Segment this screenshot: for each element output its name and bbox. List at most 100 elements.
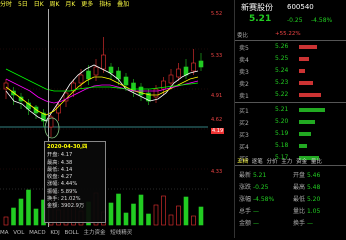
bid-row: 买2 5.20 (235, 116, 346, 128)
price-change: -0.25 (287, 17, 303, 24)
axis-tick: 5.33 (211, 53, 223, 59)
tab-time[interactable]: 分时 (0, 0, 12, 9)
stat-volume-ratio: 量比 1.05 (293, 208, 321, 215)
volume-bar (123, 212, 129, 226)
volume-bar (116, 193, 121, 226)
tab-indicator[interactable]: 指标 (99, 0, 111, 9)
order-ratio-value: +55.22% (275, 31, 301, 37)
tooltip-row: 开盘: 4.17 (47, 152, 73, 159)
tab-vol[interactable]: VOL (13, 228, 24, 238)
candle-body (101, 54, 106, 70)
tab-short-sprite[interactable]: 短线精灵 (110, 228, 132, 238)
bid-row: 买4 5.18 (235, 140, 346, 152)
order-ratio-label: 委比 (237, 33, 249, 39)
stat-change: 涨跌 -0.25 (239, 184, 269, 191)
tab-macd[interactable]: MACD (29, 228, 46, 238)
price-axis: 5.52 5.33 4.91 4.62 4.19 4.33 (209, 9, 234, 227)
tooltip-row: 金额: 3902.9万 (47, 203, 85, 210)
volume-bar (11, 207, 16, 226)
tab-more[interactable]: 更多 (81, 0, 93, 9)
stat-low: 最低 5.20 (293, 196, 321, 203)
ask-row: 卖2 5.23 (235, 77, 346, 89)
volume-bar (3, 216, 9, 226)
volume-bar (108, 202, 114, 226)
candle-body (116, 70, 121, 80)
candle-body (176, 68, 181, 78)
stat-amount: 金额 — (239, 220, 259, 227)
divider (235, 102, 346, 103)
volume-bar (183, 196, 189, 226)
ask-row: 卖1 5.22 (235, 89, 346, 101)
volume-bar (138, 194, 144, 226)
divider (235, 165, 346, 166)
candle-body (78, 74, 84, 84)
last-price: 5.21 (249, 14, 272, 24)
panel-tab[interactable]: 量比 (311, 159, 322, 165)
candle-body (93, 66, 99, 76)
tab-main-funds[interactable]: 主力资金 (83, 228, 105, 238)
candle-body (86, 70, 91, 80)
ask-row: 卖5 5.26 (235, 41, 346, 53)
candle-body (153, 88, 159, 98)
tab-week-k[interactable]: 周K (50, 0, 60, 9)
stat-latest: 最新 5.21 (239, 172, 267, 179)
volume-bar (168, 214, 174, 226)
volume-bar (198, 206, 204, 226)
panel-tab[interactable]: 五档 (237, 159, 248, 165)
stock-name: 新赛股份 (241, 3, 273, 12)
candle-tooltip: 2020-04-30,四 开盘: 4.17 最高: 4.38 最低: 4.14 … (44, 141, 106, 223)
stat-high: 最高 5.48 (293, 184, 321, 191)
volume-bar (153, 204, 159, 226)
ask-row: 卖3 5.24 (235, 65, 346, 77)
ask-row: 卖4 5.25 (235, 53, 346, 65)
tooltip-row: 最高: 4.38 (47, 159, 73, 166)
tab-boll[interactable]: BOLL (65, 228, 79, 238)
volume-bar (191, 215, 196, 226)
axis-tick: 4.33 (211, 169, 223, 175)
tab-day-k[interactable]: 日K (34, 0, 44, 9)
panel-tab[interactable]: 主力 (281, 159, 292, 165)
volume-bar (176, 205, 181, 226)
axis-tick: 5.52 (211, 11, 223, 17)
volume-bar (161, 195, 166, 226)
candle-body (168, 74, 174, 84)
candle-body (198, 60, 204, 68)
bid-row: 买1 5.21 (235, 104, 346, 116)
volume-bar (18, 198, 24, 226)
stat-turnover: 换手 — (293, 220, 313, 227)
panel-tabs: 五档 逐笔 分价 主力 资金 量比 (237, 157, 324, 165)
tooltip-row: 振幅: 5.89% (47, 188, 78, 195)
quote-panel: 新赛股份 600540 5.21 -0.25 -4.58% 委比 +55.22%… (234, 0, 346, 238)
stock-terminal: 分时 5日 日K 周K 月K 更多 指标 叠加 5.52 5.33 4.91 4… (0, 0, 346, 238)
chart-toolbar: 分时 5日 日K 周K 月K 更多 指标 叠加 (0, 0, 214, 9)
volume-bar (131, 203, 136, 226)
stock-code: 600540 (287, 3, 314, 11)
tooltip-date: 2020-04-30,四 (47, 144, 88, 150)
indicator-tabs: MA VOL MACD KDJ BOLL 主力资金 短线精灵 (0, 228, 214, 238)
candle-body (108, 66, 114, 74)
panel-tab[interactable]: 分价 (267, 159, 278, 165)
bid-row: 买3 5.19 (235, 128, 346, 140)
volume-bar (146, 213, 151, 226)
panel-tab[interactable]: 资金 (296, 159, 307, 165)
stat-open: 开盘 5.46 (293, 172, 321, 179)
panel-tab[interactable]: 逐笔 (252, 159, 263, 165)
tab-ma[interactable]: MA (0, 228, 9, 238)
axis-tick: 4.91 (211, 93, 223, 99)
volume-bar (26, 189, 31, 226)
tab-5day[interactable]: 5日 (18, 0, 28, 9)
bid-book: 买1 5.21 买2 5.20 买3 5.19 买4 5.18 买5 5.17 (235, 104, 346, 164)
candle-body (191, 62, 196, 72)
tab-kdj[interactable]: KDJ (50, 228, 59, 238)
ask-book: 卖5 5.26 卖4 5.25 卖3 5.24 卖2 5.23 卖1 5.22 (235, 41, 346, 101)
volume-bar (33, 208, 39, 226)
candle-body (123, 76, 129, 86)
current-price-marker: 4.19 (211, 128, 225, 134)
stat-volume: 总手 — (239, 208, 259, 215)
candle-body (183, 66, 189, 76)
tab-overlay[interactable]: 叠加 (117, 0, 129, 9)
axis-tick: 4.62 (211, 117, 223, 123)
tab-month-k[interactable]: 月K (65, 0, 75, 9)
stat-change-pct: 涨幅 -4.58% (239, 196, 275, 203)
price-change-pct: -4.58% (311, 17, 333, 24)
